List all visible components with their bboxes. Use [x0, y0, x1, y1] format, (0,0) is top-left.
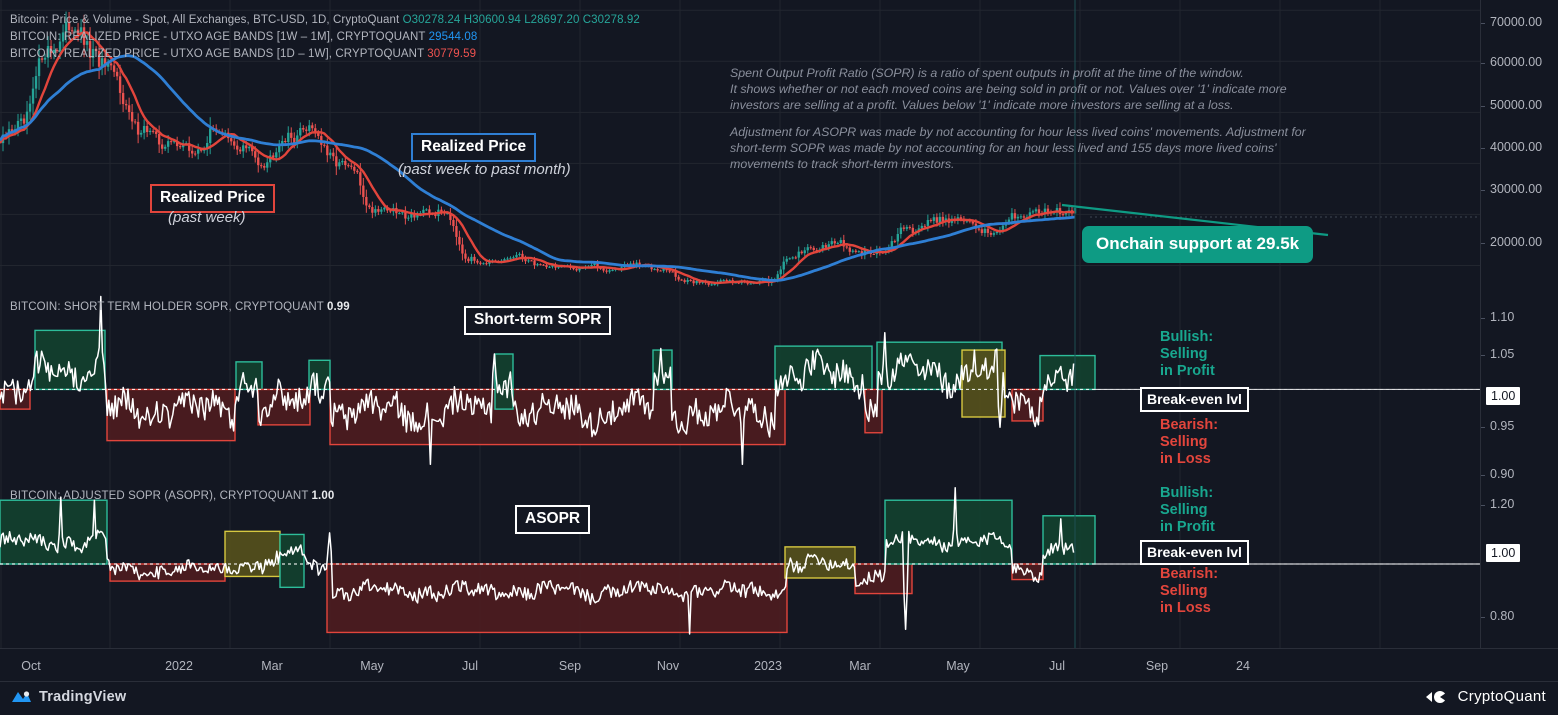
- axis-tick-mark: [1481, 318, 1485, 319]
- legend-price-close: C30278.92: [583, 14, 640, 26]
- legend-asopr-title: BITCOIN: ADJUSTED SOPR (ASOPR), CRYPTOQU…: [10, 490, 308, 502]
- note-bullish-sopr: Bullish: Selling in Profit: [1160, 329, 1215, 380]
- sopr-axis-tick-1.05: 1.05: [1490, 347, 1514, 361]
- sopr-definition-text: Spent Output Profit Ratio (SOPR) is a ra…: [730, 65, 1287, 114]
- axis-tick-mark: [1481, 427, 1485, 428]
- sopr-axis-tick-0.95: 0.95: [1490, 419, 1514, 433]
- legend-price-low: L28697.20: [524, 14, 579, 26]
- axis-tick-mark: [1481, 63, 1485, 64]
- asopr-plot: [0, 480, 1480, 648]
- time-axis-label-24: 24: [1236, 659, 1250, 673]
- axis-tick-mark: [1481, 505, 1485, 506]
- sopr-axis-tick-1.10: 1.10: [1490, 310, 1514, 324]
- price-axis-tick-40000.00: 40000.00: [1490, 140, 1542, 154]
- legend-rp2-value: 30779.59: [427, 48, 476, 60]
- sopr-axis-tick-0.90: 0.90: [1490, 467, 1514, 481]
- asopr-axis-tick-1.20: 1.20: [1490, 497, 1514, 511]
- note-bearish-sopr: Bearish: Selling in Loss: [1160, 417, 1218, 468]
- tradingview-icon: [10, 688, 32, 706]
- time-axis-label-Nov: Nov: [657, 659, 679, 673]
- annotation-short-term-sopr[interactable]: Short-term SOPR: [464, 306, 611, 335]
- time-axis-label-Mar: Mar: [849, 659, 871, 673]
- cryptoquant-icon: [1425, 689, 1451, 705]
- legend-realized-price-1w-1m[interactable]: BITCOIN: REALIZED PRICE - UTXO AGE BANDS…: [10, 30, 477, 45]
- cryptoquant-logo[interactable]: CryptoQuant: [1425, 688, 1546, 705]
- break-even-label-asopr: Break-even lvl: [1140, 540, 1249, 565]
- legend-rp1-title: BITCOIN: REALIZED PRICE - UTXO AGE BANDS…: [10, 31, 425, 43]
- legend-price-open: O30278.24: [403, 14, 461, 26]
- time-axis-label-May: May: [360, 659, 384, 673]
- adjustment-note-text: Adjustment for ASOPR was made by not acc…: [730, 124, 1306, 173]
- tradingview-logo[interactable]: TradingView: [10, 688, 126, 706]
- time-axis-label-Jul: Jul: [1049, 659, 1065, 673]
- price-axis-tick-70000.00: 70000.00: [1490, 15, 1542, 29]
- short-term-sopr-pane[interactable]: [0, 291, 1480, 480]
- legend-price[interactable]: Bitcoin: Price & Volume - Spot, All Exch…: [10, 13, 640, 28]
- asopr-axis-tick-0.80: 0.80: [1490, 609, 1514, 623]
- legend-asopr-value: 1.00: [312, 490, 335, 502]
- short-term-sopr-plot: [0, 291, 1480, 480]
- tradingview-chart-app: Bitcoin: Price & Volume - Spot, All Exch…: [0, 0, 1558, 714]
- time-axis-label-2023: 2023: [754, 659, 782, 673]
- price-axis-tick-20000.00: 20000.00: [1490, 235, 1542, 249]
- asopr-current-value-tag[interactable]: 1.00: [1486, 544, 1520, 562]
- time-axis-label-Jul: Jul: [462, 659, 478, 673]
- time-axis[interactable]: Oct 2022 Mar May Jul Sep Nov 2023 Mar May Jul Sep 24: [0, 648, 1558, 682]
- legend-price-high: H30600.94: [464, 14, 521, 26]
- legend-price-title: Bitcoin: Price & Volume - Spot, All Exch…: [10, 14, 399, 26]
- sopr-current-value-tag[interactable]: 1.00: [1486, 387, 1520, 405]
- axis-tick-mark: [1481, 355, 1485, 356]
- axis-tick-mark: [1481, 475, 1485, 476]
- axis-tick-mark: [1481, 148, 1485, 149]
- time-axis-label-Sep: Sep: [1146, 659, 1168, 673]
- annotation-realized-price-month-sub: (past week to past month): [398, 161, 571, 178]
- legend-rp2-title: BITCOIN: REALIZED PRICE - UTXO AGE BANDS…: [10, 48, 424, 60]
- time-axis-label-Sep: Sep: [559, 659, 581, 673]
- axis-tick-mark: [1481, 106, 1485, 107]
- break-even-label-sopr: Break-even lvl: [1140, 387, 1249, 412]
- annotation-realized-price-month[interactable]: Realized Price: [411, 133, 536, 162]
- axis-tick-mark: [1481, 190, 1485, 191]
- price-axis-tick-30000.00: 30000.00: [1490, 182, 1542, 196]
- annotation-onchain-support[interactable]: Onchain support at 29.5k: [1082, 226, 1313, 263]
- legend-asopr[interactable]: BITCOIN: ADJUSTED SOPR (ASOPR), CRYPTOQU…: [10, 489, 334, 504]
- footer-bar: TradingView CryptoQuant: [0, 681, 1558, 715]
- tradingview-label: TradingView: [39, 689, 126, 705]
- time-axis-label-May: May: [946, 659, 970, 673]
- legend-sopr-value: 0.99: [327, 301, 350, 313]
- time-axis-label-Oct: Oct: [21, 659, 40, 673]
- legend-rp1-value: 29544.08: [429, 31, 478, 43]
- cryptoquant-label: CryptoQuant: [1458, 688, 1546, 705]
- time-axis-label-Mar: Mar: [261, 659, 283, 673]
- price-axis-tick-60000.00: 60000.00: [1490, 55, 1542, 69]
- asopr-pane[interactable]: [0, 480, 1480, 648]
- price-axis[interactable]: 70000.00 60000.00 50000.00 40000.00 30000.00…: [1481, 0, 1558, 648]
- price-axis-tick-50000.00: 50000.00: [1490, 98, 1542, 112]
- time-axis-label-2022: 2022: [165, 659, 193, 673]
- legend-sopr-title: BITCOIN: SHORT TERM HOLDER SOPR, CRYPTOQ…: [10, 301, 324, 313]
- legend-realized-price-1d-1w[interactable]: BITCOIN: REALIZED PRICE - UTXO AGE BANDS…: [10, 47, 476, 62]
- legend-short-term-sopr[interactable]: BITCOIN: SHORT TERM HOLDER SOPR, CRYPTOQ…: [10, 300, 350, 315]
- axis-tick-mark: [1481, 23, 1485, 24]
- axis-tick-mark: [1481, 243, 1485, 244]
- note-bullish-asopr: Bullish: Selling in Profit: [1160, 485, 1215, 536]
- annotation-asopr[interactable]: ASOPR: [515, 505, 590, 534]
- axis-tick-mark: [1481, 617, 1485, 618]
- annotation-realized-price-week-sub: (past week): [168, 209, 246, 226]
- note-bearish-asopr: Bearish: Selling in Loss: [1160, 566, 1218, 617]
